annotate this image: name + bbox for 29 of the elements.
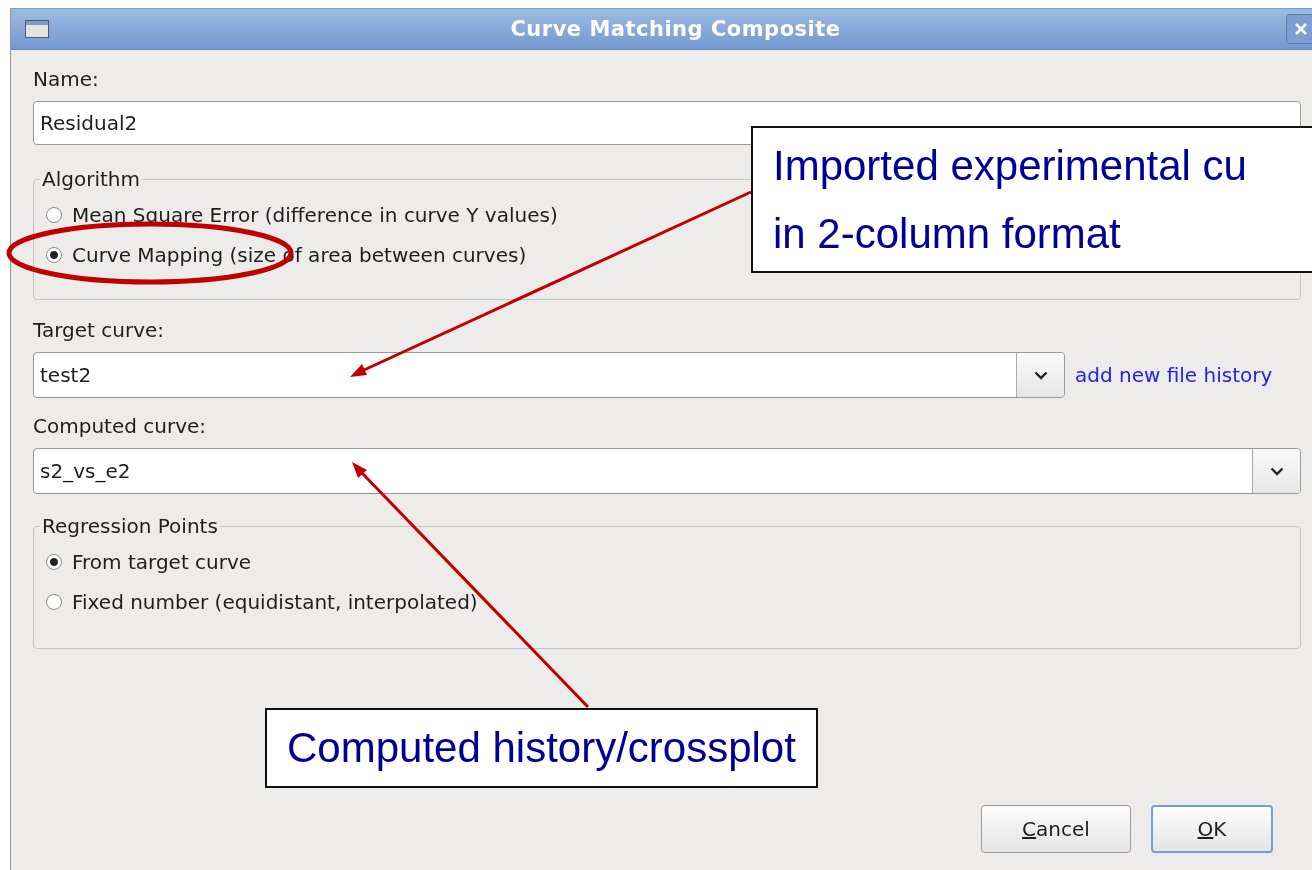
radio-button[interactable] bbox=[46, 247, 62, 263]
combo-box[interactable]: s2_vs_e2 bbox=[33, 448, 1301, 494]
combo-box[interactable]: test2 bbox=[33, 352, 1065, 398]
radio-button[interactable] bbox=[46, 594, 62, 610]
radio-button[interactable] bbox=[46, 207, 62, 223]
dropdown-button[interactable] bbox=[1252, 449, 1300, 493]
ok-button[interactable]: OK bbox=[1151, 805, 1273, 853]
group-legend: Regression Points bbox=[40, 514, 220, 538]
add-history-link[interactable]: add new file history bbox=[1075, 363, 1273, 387]
window-icon bbox=[25, 20, 49, 38]
radio-button[interactable] bbox=[46, 554, 62, 570]
combo-value: s2_vs_e2 bbox=[39, 459, 132, 483]
chevron-icon bbox=[1269, 466, 1284, 476]
window-title: Curve Matching Composite bbox=[509, 17, 842, 41]
cancel-button[interactable]: Cancel bbox=[981, 805, 1131, 853]
combo-value: test2 bbox=[39, 363, 93, 387]
radio-label: From target curve bbox=[72, 550, 252, 574]
field-label: Name: bbox=[33, 67, 99, 91]
field-label: Target curve: bbox=[33, 318, 164, 342]
radio-label: Fixed number (equidistant, interpolated) bbox=[72, 590, 478, 614]
close-button[interactable] bbox=[1286, 14, 1312, 44]
dropdown-button[interactable] bbox=[1016, 353, 1064, 397]
chevron-icon bbox=[1033, 370, 1048, 380]
radio-label: Mean Square Error (difference in curve Y values) bbox=[72, 203, 558, 227]
field-label: Computed curve: bbox=[33, 414, 207, 438]
group-legend: Algorithm bbox=[40, 167, 142, 191]
callout-tooltip: Imported experimental cu in 2-column format bbox=[751, 126, 1312, 273]
close-icon bbox=[1294, 22, 1308, 36]
callout-tooltip: Computed history/crossplot bbox=[265, 708, 818, 788]
